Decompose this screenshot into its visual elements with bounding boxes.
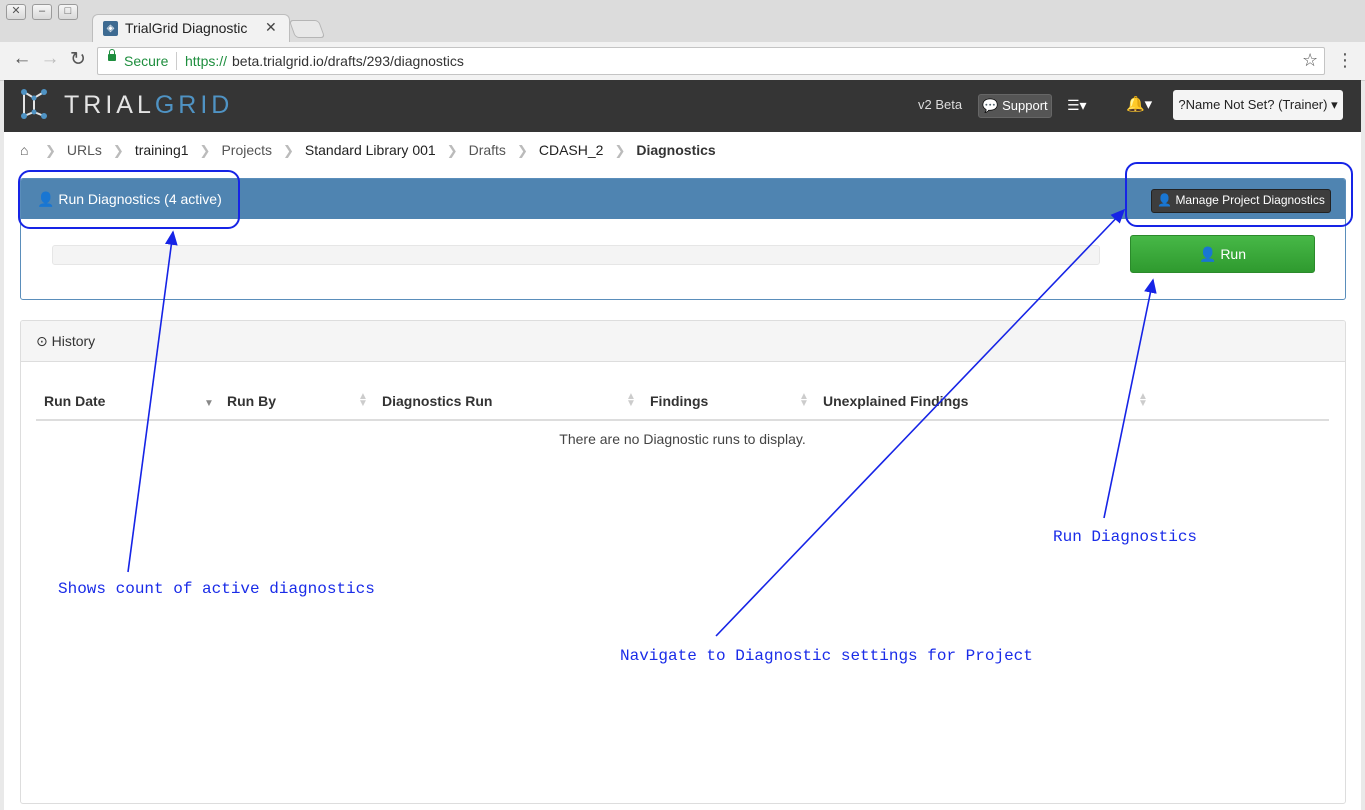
user-menu-label: ?Name Not Set? (Trainer) — [1178, 97, 1328, 112]
version-label: v2 Beta — [918, 97, 963, 112]
annotation-run: Run Diagnostics — [1053, 528, 1198, 546]
history-title: ⊙ History — [36, 333, 95, 350]
window-minimize-icon[interactable]: – — [32, 4, 52, 20]
breadcrumb-separator: ❯ — [45, 143, 56, 158]
clock-icon: ⊙ — [36, 333, 48, 349]
list-menu-icon[interactable]: ☰▾ — [1067, 97, 1087, 114]
callout-manage-button — [1125, 162, 1353, 227]
url-host-path: beta.trialgrid.io/drafts/293/diagnostics — [232, 53, 464, 69]
forward-arrow-icon[interactable]: → — [38, 48, 62, 70]
breadcrumb-separator: ❯ — [283, 143, 294, 158]
breadcrumb: ⌂ ❯ URLs ❯ training1 ❯ Projects ❯ Standard Libra… — [20, 142, 716, 159]
breadcrumb-item-standard-library[interactable]: Standard Library 001 — [305, 142, 436, 158]
breadcrumb-item-projects[interactable]: Projects — [221, 142, 272, 158]
support-button[interactable]: 💬 Support — [978, 94, 1052, 118]
browser-tab-strip: ✕ – □ ◈ TrialGrid Diagnostic ✕ — [0, 0, 1365, 43]
history-heading: ⊙ History — [21, 321, 1345, 362]
column-run-by[interactable]: Run By — [227, 393, 276, 409]
logo-text-trial: TRIAL — [64, 91, 155, 119]
breadcrumb-separator: ❯ — [112, 143, 124, 158]
trialgrid-favicon-icon: ◈ — [103, 21, 118, 36]
reload-icon[interactable]: ↻ — [66, 48, 90, 71]
brand-logo[interactable]: TRIALGRID — [64, 91, 233, 120]
address-bar[interactable]: Secure https:// beta.trialgrid.io/drafts… — [97, 47, 1325, 75]
run-progress-bar — [52, 245, 1100, 265]
breadcrumb-separator: ❯ — [516, 143, 528, 158]
column-unexplained-findings[interactable]: Unexplained Findings — [823, 393, 968, 409]
breadcrumb-item-cdash2[interactable]: CDASH_2 — [539, 142, 604, 158]
chat-bubble-icon: 💬 — [982, 98, 999, 113]
address-divider — [176, 52, 177, 70]
tab-title: TrialGrid Diagnostic — [125, 20, 248, 36]
bookmark-star-icon[interactable]: ☆ — [1302, 50, 1318, 71]
support-label: Support — [1002, 98, 1048, 113]
back-arrow-icon[interactable]: ← — [10, 48, 34, 70]
main-content: ⌂ ❯ URLs ❯ training1 ❯ Projects ❯ Standard Libra… — [4, 132, 1361, 810]
breadcrumb-separator: ❯ — [614, 143, 626, 158]
app-header: TRIALGRID v2 Beta 💬 Support ☰▾ 🔔▾ ?Name … — [4, 80, 1361, 132]
breadcrumb-item-training1[interactable]: training1 — [135, 142, 189, 158]
sort-both-icon[interactable]: ▲ ▼ — [799, 392, 809, 409]
window-maximize-icon[interactable]: □ — [58, 4, 78, 20]
column-run-date[interactable]: Run Date — [44, 393, 105, 409]
history-table-header: Run Date ▼ Run By ▲ ▼ Diagnostics Run ▲ ▼ … — [36, 383, 1329, 421]
new-tab-button[interactable] — [288, 20, 326, 38]
window-close-icon[interactable]: ✕ — [6, 4, 26, 20]
sort-both-icon[interactable]: ▲ ▼ — [1138, 392, 1148, 409]
column-diagnostics-run[interactable]: Diagnostics Run — [382, 393, 492, 409]
sort-both-icon[interactable]: ▲ ▼ — [626, 392, 636, 409]
breadcrumb-separator: ❯ — [446, 143, 458, 158]
run-button[interactable]: 👤 Run — [1130, 235, 1315, 273]
user-menu-button[interactable]: ?Name Not Set? (Trainer) ▾ — [1173, 90, 1343, 120]
tab-close-icon[interactable]: ✕ — [265, 19, 277, 36]
sort-desc-icon[interactable]: ▼ — [204, 393, 214, 409]
breadcrumb-item-diagnostics: Diagnostics — [636, 142, 716, 158]
history-empty-message: There are no Diagnostic runs to display. — [559, 431, 806, 447]
history-table: Run Date ▼ Run By ▲ ▼ Diagnostics Run ▲ ▼ … — [36, 383, 1329, 447]
run-button-label: Run — [1220, 246, 1246, 262]
browser-toolbar: ← → ↻ Secure https:// beta.trialgrid.io/… — [0, 42, 1365, 81]
home-icon[interactable]: ⌂ — [20, 142, 34, 158]
url-scheme: https:// — [185, 53, 228, 69]
browser-menu-icon[interactable]: ⋮ — [1336, 50, 1354, 71]
diagnostics-user-icon: 👤 — [1198, 246, 1217, 262]
callout-active-count — [18, 170, 240, 229]
annotation-manage: Navigate to Diagnostic settings for Proj… — [620, 647, 1033, 665]
history-panel: ⊙ History Run Date ▼ Run By ▲ ▼ Diagnosti… — [20, 320, 1346, 804]
lock-icon — [108, 49, 116, 61]
bell-notifications-icon[interactable]: 🔔▾ — [1126, 95, 1152, 113]
breadcrumb-separator: ❯ — [199, 143, 211, 158]
breadcrumb-item-urls[interactable]: URLs — [67, 142, 102, 158]
column-findings[interactable]: Findings — [650, 393, 708, 409]
logo-text-grid: GRID — [154, 91, 234, 119]
annotation-active-count: Shows count of active diagnostics — [58, 580, 375, 598]
trialgrid-logo-icon — [21, 89, 47, 119]
browser-tab[interactable]: ◈ TrialGrid Diagnostic ✕ — [92, 14, 290, 43]
breadcrumb-item-drafts[interactable]: Drafts — [469, 142, 506, 158]
sort-both-icon[interactable]: ▲ ▼ — [358, 392, 368, 409]
secure-label: Secure — [124, 53, 169, 69]
history-title-text: History — [51, 333, 96, 349]
